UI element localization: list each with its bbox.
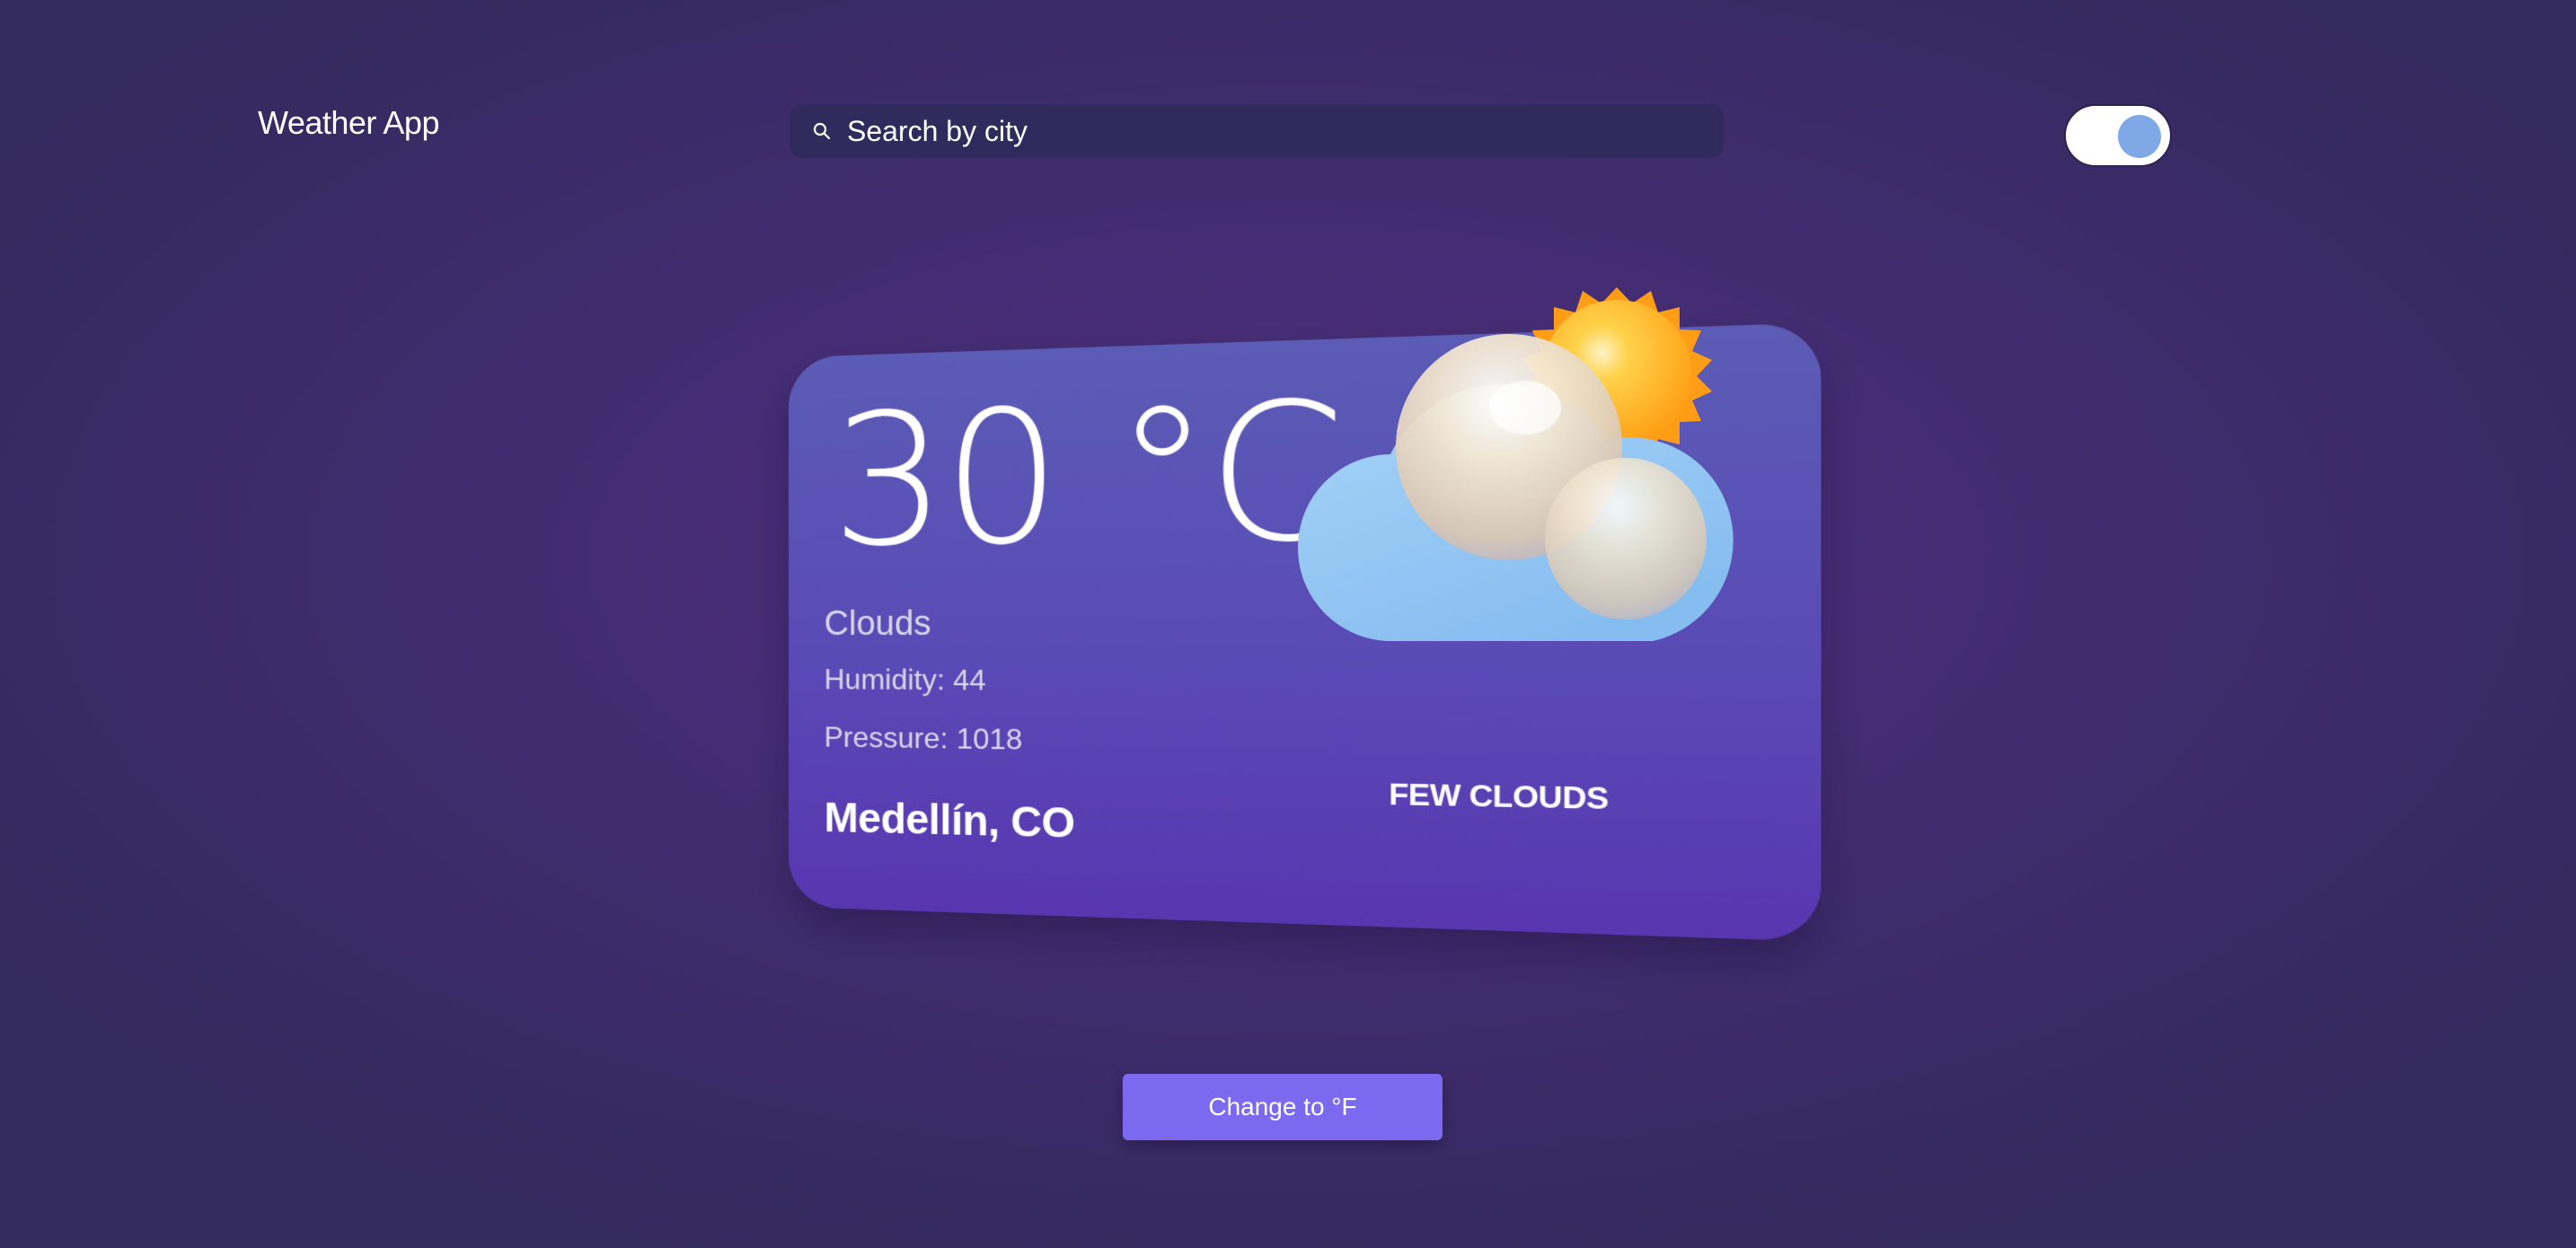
toggle-knob [2118,115,2161,158]
few-clouds-icon [1293,269,1760,655]
search-bar[interactable] [790,104,1724,158]
weather-description: FEW CLOUDS [1389,777,1609,816]
change-unit-button[interactable]: Change to °F [1123,1074,1442,1140]
city-name: Medellín, CO [824,793,1075,848]
theme-toggle[interactable] [2064,104,2172,167]
temperature: 30 °C [831,360,1342,587]
app-title: Weather App [258,104,439,141]
pressure-value: Pressure: 1018 [824,720,1023,756]
search-input[interactable] [847,104,1724,158]
weather-condition: Clouds [824,604,931,644]
search-icon [804,113,840,149]
humidity-value: Humidity: 44 [824,663,986,697]
